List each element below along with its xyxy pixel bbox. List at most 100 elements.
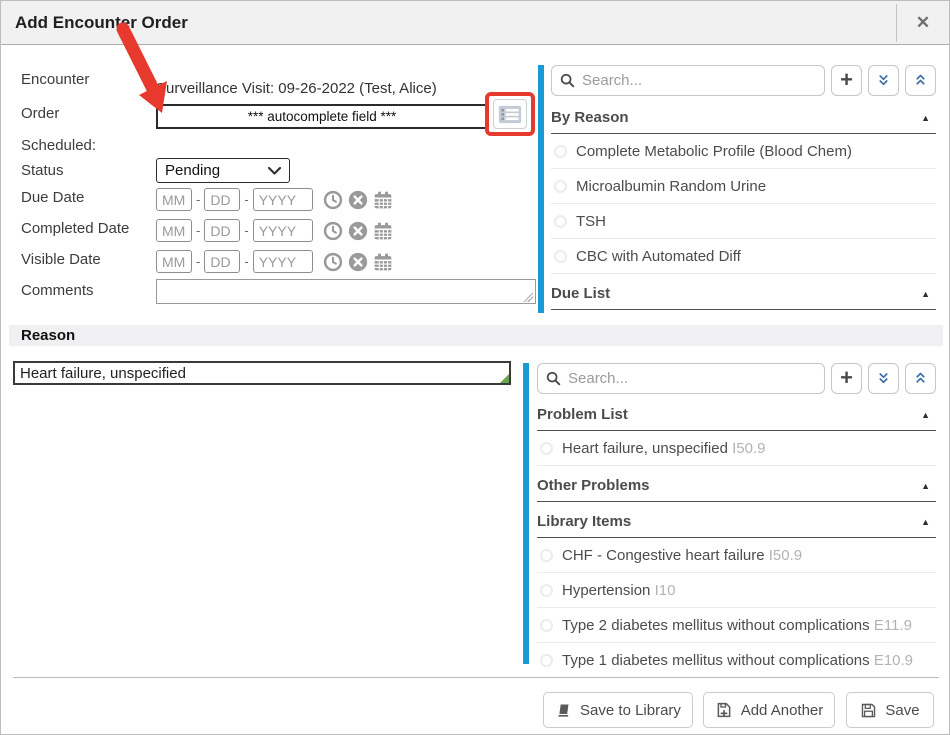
add-order-button[interactable]: + [831, 65, 862, 96]
comments-input[interactable] [156, 279, 536, 304]
double-chevron-up-icon [913, 73, 928, 88]
visible-date-year-input[interactable] [253, 250, 313, 273]
reason-search-input[interactable] [537, 363, 825, 394]
encounter-label: Encounter [21, 71, 89, 88]
clear-date-icon[interactable] [348, 190, 368, 210]
reason-item-label: Heart failure, unspecified I50.9 [562, 440, 765, 457]
reason-item[interactable]: Heart failure, unspecified I50.9 [537, 431, 936, 466]
add-encounter-order-dialog: Add Encounter Order ✕ Encounter Order Sc… [0, 0, 950, 735]
radio-icon [540, 619, 553, 632]
due-date-month-input[interactable] [156, 188, 192, 211]
plus-icon: + [840, 367, 853, 389]
due-date-day-input[interactable] [204, 188, 240, 211]
radio-icon [554, 180, 567, 193]
order-item[interactable]: Complete Metabolic Profile (Blood Chem) [551, 134, 936, 169]
reason-input[interactable] [13, 361, 511, 385]
footer-divider [13, 677, 939, 678]
library-book-icon [555, 702, 572, 719]
double-chevron-up-icon [913, 371, 928, 386]
order-item[interactable]: CBC with Automated Diff [551, 239, 936, 274]
date-separator: - [244, 254, 248, 269]
date-separator: - [244, 223, 248, 238]
order-item[interactable]: Microalbumin Random Urine [551, 169, 936, 204]
due-date-row: - - [156, 188, 393, 211]
order-item-label: Microalbumin Random Urine [576, 178, 766, 195]
dialog-titlebar: Add Encounter Order [1, 1, 949, 45]
order-search-input[interactable] [551, 65, 825, 96]
section-header-by-reason[interactable]: By Reason ▲ [551, 103, 936, 134]
completed-date-month-input[interactable] [156, 219, 192, 242]
section-title: Other Problems [537, 477, 650, 494]
save-disk-icon [860, 702, 877, 719]
date-separator: - [196, 254, 200, 269]
reason-section-title: Reason [9, 327, 75, 344]
diagnosis-code: E11.9 [874, 617, 912, 634]
reason-item-label: Type 2 diabetes mellitus without complic… [562, 617, 912, 634]
save-to-library-button[interactable]: Save to Library [543, 692, 693, 728]
close-icon: ✕ [916, 13, 930, 33]
diagnosis-code: I50.9 [769, 547, 802, 564]
collapse-triangle-icon: ▲ [921, 410, 934, 420]
visible-date-row: - - [156, 250, 393, 273]
radio-icon [540, 584, 553, 597]
close-button[interactable]: ✕ [896, 4, 949, 42]
add-another-label: Add Another [741, 702, 824, 719]
order-autocomplete-input[interactable] [156, 104, 488, 129]
section-header-library-items[interactable]: Library Items ▲ [537, 507, 936, 538]
section-header-problem-list[interactable]: Problem List ▲ [537, 400, 936, 431]
section-header-due-list[interactable]: Due List ▲ [551, 279, 936, 310]
expand-all-button[interactable] [868, 65, 899, 96]
due-date-label: Due Date [21, 189, 84, 206]
date-separator: - [244, 192, 248, 207]
order-list-picker-button[interactable] [493, 99, 527, 129]
completed-date-year-input[interactable] [253, 219, 313, 242]
status-label: Status [21, 162, 64, 179]
radio-icon [540, 654, 553, 667]
date-separator: - [196, 223, 200, 238]
visible-date-day-input[interactable] [204, 250, 240, 273]
reason-item[interactable]: Type 2 diabetes mellitus without complic… [537, 608, 936, 643]
collapse-all-button[interactable] [905, 363, 936, 394]
time-icon[interactable] [323, 190, 343, 210]
radio-icon [554, 250, 567, 263]
time-icon[interactable] [323, 252, 343, 272]
visible-date-month-input[interactable] [156, 250, 192, 273]
reason-item[interactable]: Type 1 diabetes mellitus without complic… [537, 643, 936, 678]
save-plus-icon [715, 701, 733, 719]
calendar-icon[interactable] [373, 252, 393, 272]
radio-icon [554, 215, 567, 228]
collapse-all-button[interactable] [905, 65, 936, 96]
calendar-icon[interactable] [373, 190, 393, 210]
date-separator: - [196, 192, 200, 207]
save-to-library-label: Save to Library [580, 702, 681, 719]
order-item[interactable]: TSH [551, 204, 936, 239]
reason-item[interactable]: CHF - Congestive heart failure I50.9 [537, 538, 936, 573]
order-item-label: TSH [576, 213, 606, 230]
status-select[interactable]: Pending [156, 158, 290, 183]
collapse-triangle-icon: ▲ [921, 289, 934, 299]
completed-date-day-input[interactable] [204, 219, 240, 242]
section-header-other-problems[interactable]: Other Problems ▲ [537, 471, 936, 502]
section-title: Library Items [537, 513, 631, 530]
order-item-label: Complete Metabolic Profile (Blood Chem) [576, 143, 852, 160]
search-icon [560, 73, 575, 88]
save-button[interactable]: Save [846, 692, 934, 728]
add-reason-button[interactable]: + [831, 363, 862, 394]
collapse-triangle-icon: ▲ [921, 517, 934, 527]
order-picker-search-row: + [551, 65, 936, 96]
reason-picker-search-row: + [537, 363, 936, 394]
diagnosis-code: E10.9 [874, 652, 913, 669]
calendar-icon[interactable] [373, 221, 393, 241]
time-icon[interactable] [323, 221, 343, 241]
add-another-button[interactable]: Add Another [703, 692, 835, 728]
visible-date-label: Visible Date [21, 251, 101, 268]
expand-all-button[interactable] [868, 363, 899, 394]
completed-date-label: Completed Date [21, 220, 129, 237]
section-title: Problem List [537, 406, 628, 423]
scheduled-label: Scheduled: [21, 137, 96, 154]
reason-item[interactable]: Hypertension I10 [537, 573, 936, 608]
clear-date-icon[interactable] [348, 252, 368, 272]
diagnosis-code: I10 [655, 582, 676, 599]
due-date-year-input[interactable] [253, 188, 313, 211]
clear-date-icon[interactable] [348, 221, 368, 241]
